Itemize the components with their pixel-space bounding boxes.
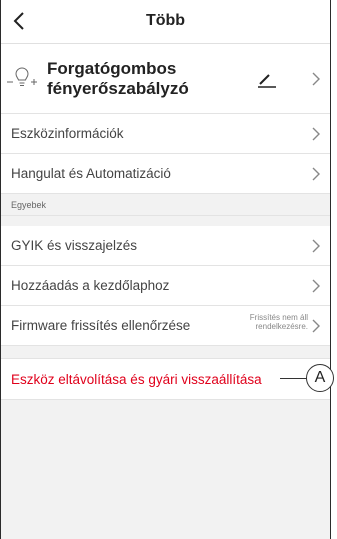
chevron-right-icon — [312, 279, 320, 293]
dimmer-bulb-icon — [7, 67, 37, 86]
top-bar: Több — [1, 0, 330, 44]
menu-item-label: Hangulat és Automatizáció — [11, 166, 171, 181]
remove-device-label: Eszköz eltávolítása és gyári visszaállít… — [11, 372, 262, 387]
section-label: Egyebek — [11, 200, 47, 210]
menu-item-faq-feedback[interactable]: GYIK és visszajelzés — [1, 226, 330, 266]
device-name-line1: Forgatógombos — [47, 59, 177, 78]
device-name-line2: fényerőszabályzó — [47, 79, 189, 98]
device-name-row: Forgatógombos fényerőszabályzó — [1, 44, 330, 114]
firmware-status-note: Frissítés nem áll rendelkezésre. — [238, 313, 308, 331]
menu-item-device-info[interactable]: Eszközinformációk — [1, 114, 330, 154]
firmware-status-line1: Frissítés nem áll — [249, 313, 308, 322]
menu-item-add-to-home[interactable]: Hozzáadás a kezdőlaphoz — [1, 266, 330, 306]
menu-item-label: GYIK és visszajelzés — [11, 238, 138, 253]
page-title: Több — [145, 12, 186, 29]
chevron-right-icon — [312, 319, 320, 333]
callout-marker: A — [306, 364, 334, 392]
chevron-right-icon — [312, 167, 320, 181]
firmware-status-line2: rendelkezésre. — [255, 322, 308, 331]
section-header-other: Egyebek — [1, 194, 330, 216]
menu-item-label: Eszközinformációk — [11, 126, 124, 141]
edit-pencil-icon[interactable] — [257, 72, 277, 88]
device-name: Forgatógombos fényerőszabályzó — [47, 59, 189, 99]
menu-item-label: Firmware frissítés ellenőrzése — [11, 318, 191, 333]
menu-item-firmware-check[interactable]: Firmware frissítés ellenőrzése Frissítés… — [1, 306, 330, 346]
chevron-right-icon[interactable] — [311, 71, 321, 87]
menu-item-label: Hozzáadás a kezdőlaphoz — [11, 278, 170, 293]
chevron-right-icon — [312, 127, 320, 141]
menu-item-scenes-automation[interactable]: Hangulat és Automatizáció — [1, 154, 330, 194]
phone-screen: Több Forgatógombos fényerőszabályzó Eszk… — [0, 0, 331, 539]
chevron-right-icon — [312, 239, 320, 253]
remove-and-reset-device-button[interactable]: Eszköz eltávolítása és gyári visszaállít… — [1, 358, 330, 400]
